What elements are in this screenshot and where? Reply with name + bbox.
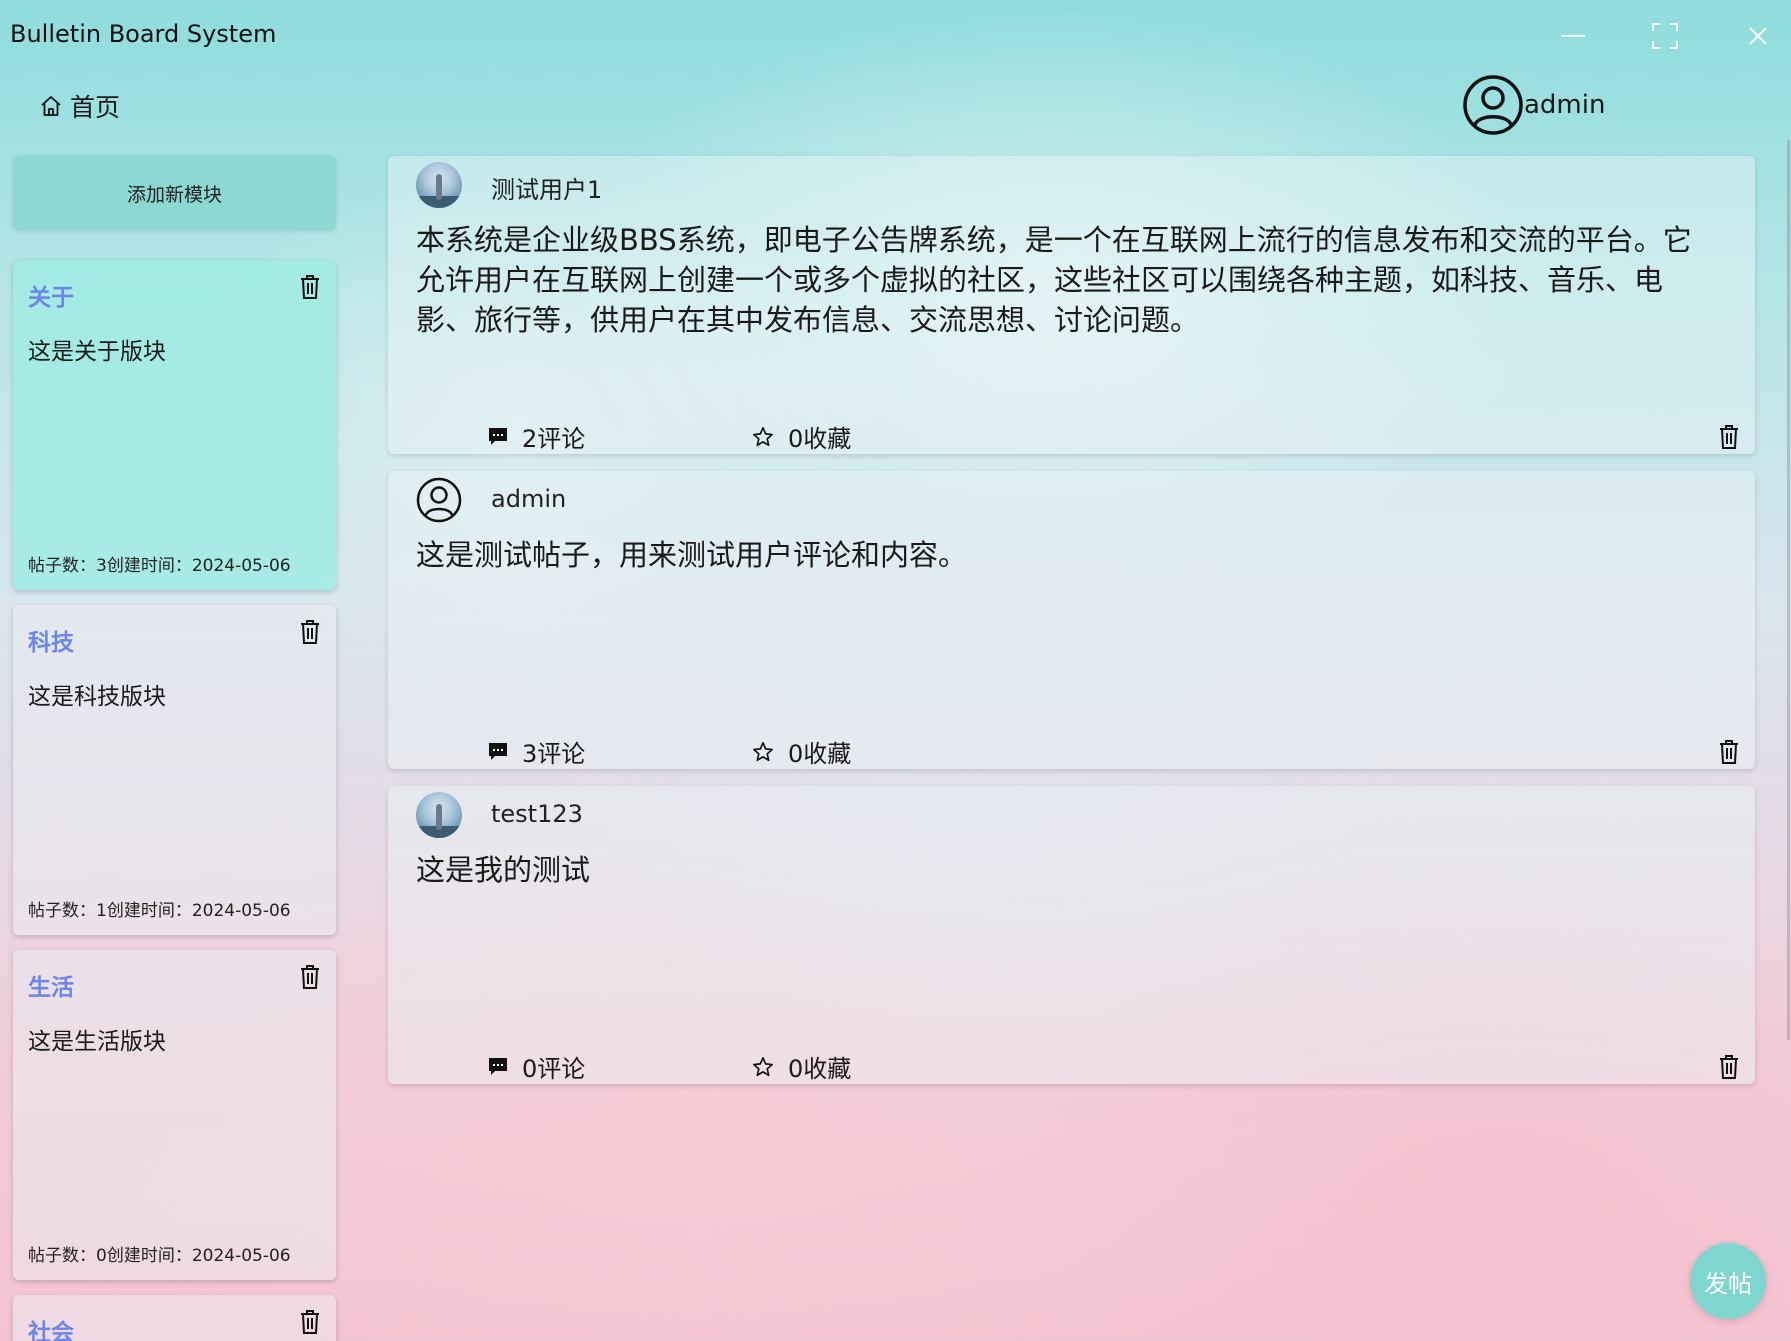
module-description: 这是生活版块 xyxy=(28,1029,166,1055)
title-bar: Bulletin Board System xyxy=(0,0,1791,72)
favorite-button[interactable]: 0收藏 xyxy=(752,419,851,454)
trash-icon[interactable] xyxy=(1717,739,1741,765)
favorite-count: 0收藏 xyxy=(788,1055,852,1083)
module-meta: 帖子数：0创建时间：2024-05-06 xyxy=(28,1246,291,1266)
post-author[interactable]: 测试用户1 xyxy=(491,170,602,205)
post-author[interactable]: test123 xyxy=(491,800,583,828)
trash-icon[interactable] xyxy=(1717,424,1741,450)
comment-count: 2评论 xyxy=(522,425,586,453)
minimize-button[interactable] xyxy=(1548,14,1598,58)
post-footer: 2评论 0收藏 xyxy=(388,414,1755,454)
home-link[interactable]: 首页 xyxy=(40,88,120,124)
trash-icon[interactable] xyxy=(1717,1054,1741,1080)
publish-button[interactable]: 发帖 xyxy=(1690,1243,1766,1319)
module-name: 社会 xyxy=(28,1320,74,1341)
close-icon xyxy=(1749,27,1767,45)
maximize-button[interactable] xyxy=(1640,14,1690,58)
post-footer: 0评论 0收藏 xyxy=(388,1044,1755,1084)
fullscreen-icon xyxy=(1652,23,1678,49)
module-card[interactable]: 关于 这是关于版块 帖子数：3创建时间：2024-05-06 xyxy=(13,260,336,590)
post-card[interactable]: 测试用户1 本系统是企业级BBS系统，即电子公告牌系统，是一个在互联网上流行的信… xyxy=(388,156,1755,454)
post-author[interactable]: admin xyxy=(491,485,566,513)
module-description: 这是关于版块 xyxy=(28,339,166,365)
user-menu[interactable]: admin xyxy=(1462,74,1605,136)
star-icon xyxy=(753,1056,773,1076)
app-title: Bulletin Board System xyxy=(10,20,277,48)
comment-icon xyxy=(489,742,507,760)
comments-button[interactable]: 3评论 xyxy=(488,734,585,769)
comment-count: 3评论 xyxy=(522,740,586,768)
post-content: 这是测试帖子，用来测试用户评论和内容。 xyxy=(416,538,968,572)
module-card[interactable]: 社会 xyxy=(13,1295,336,1341)
trash-icon[interactable] xyxy=(298,964,322,990)
star-icon xyxy=(753,741,773,761)
author-avatar xyxy=(416,162,462,208)
post-content: 这是我的测试 xyxy=(416,853,591,887)
minimize-icon xyxy=(1561,35,1585,37)
module-card[interactable]: 科技 这是科技版块 帖子数：1创建时间：2024-05-06 xyxy=(13,605,336,935)
module-card[interactable]: 生活 这是生活版块 帖子数：0创建时间：2024-05-06 xyxy=(13,950,336,1280)
trash-icon[interactable] xyxy=(298,1309,322,1335)
post-card[interactable]: test123 这是我的测试 0评论 0收藏 xyxy=(388,786,1755,1084)
module-meta: 帖子数：1创建时间：2024-05-06 xyxy=(28,901,291,921)
favorite-button[interactable]: 0收藏 xyxy=(752,734,851,769)
post-footer: 3评论 0收藏 xyxy=(388,729,1755,769)
star-icon xyxy=(753,426,773,446)
module-description: 这是科技版块 xyxy=(28,684,166,710)
comments-button[interactable]: 0评论 xyxy=(488,1049,585,1084)
user-name: admin xyxy=(1524,90,1606,120)
scrollbar[interactable] xyxy=(1787,140,1790,1040)
module-meta: 帖子数：3创建时间：2024-05-06 xyxy=(28,556,291,576)
post-content: 本系统是企业级BBS系统，即电子公告牌系统，是一个在互联网上流行的信息发布和交流… xyxy=(416,223,1692,337)
user-outline-icon xyxy=(416,477,462,523)
comment-icon xyxy=(489,427,507,445)
favorite-count: 0收藏 xyxy=(788,425,852,453)
trash-icon[interactable] xyxy=(298,619,322,645)
author-avatar xyxy=(416,792,462,838)
favorite-button[interactable]: 0收藏 xyxy=(752,1049,851,1084)
add-module-button[interactable]: 添加新模块 xyxy=(13,156,336,230)
module-name: 关于 xyxy=(28,285,74,311)
module-name: 科技 xyxy=(28,630,74,656)
comment-count: 0评论 xyxy=(522,1055,586,1083)
favorite-count: 0收藏 xyxy=(788,740,852,768)
comment-icon xyxy=(489,1057,507,1075)
post-card[interactable]: admin 这是测试帖子，用来测试用户评论和内容。 3评论 0收藏 xyxy=(388,471,1755,769)
home-icon xyxy=(41,96,61,116)
trash-icon[interactable] xyxy=(298,274,322,300)
close-button[interactable] xyxy=(1733,14,1783,58)
comments-button[interactable]: 2评论 xyxy=(488,419,585,454)
user-avatar-icon xyxy=(1463,75,1523,135)
home-label: 首页 xyxy=(70,93,121,122)
module-name: 生活 xyxy=(28,975,74,1001)
